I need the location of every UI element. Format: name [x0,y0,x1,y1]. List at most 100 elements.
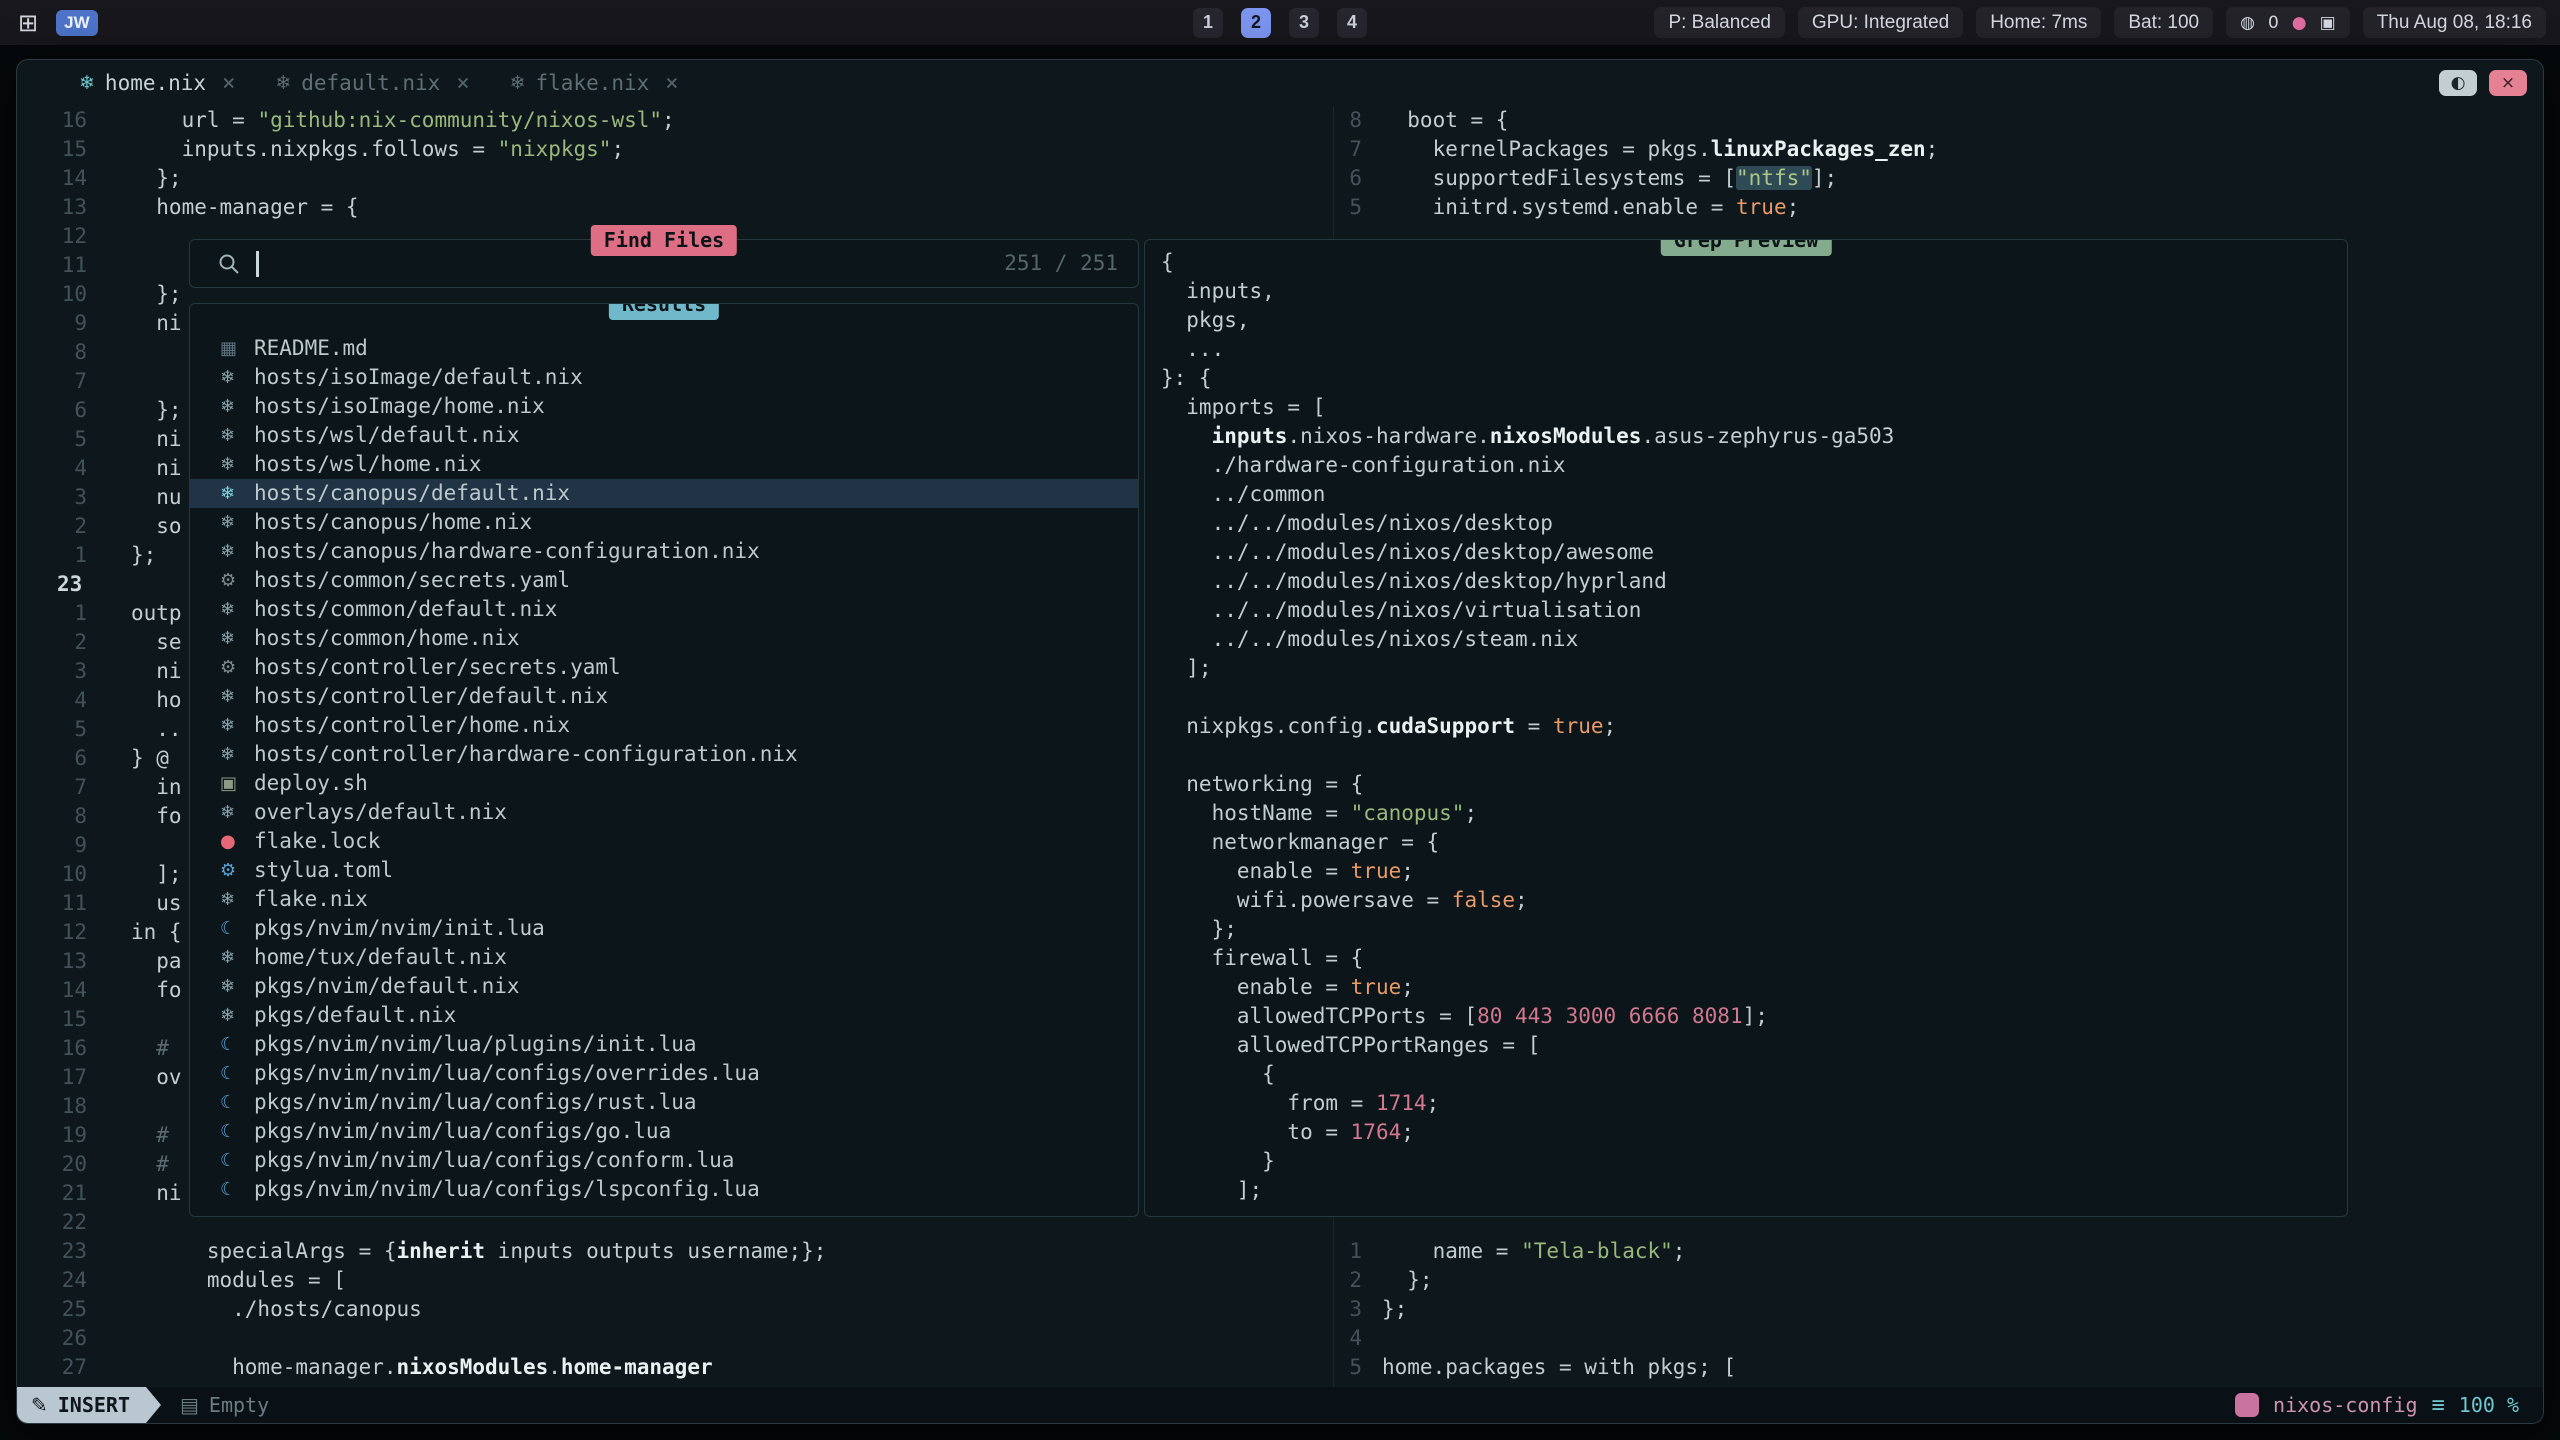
tab-label: default.nix [301,71,440,95]
nix-icon: ❄ [220,943,246,972]
nix-icon: ❄ [220,537,246,566]
tabline: ❄home.nix×❄default.nix×❄flake.nix× ◐ × [17,60,2543,106]
tab-close-icon[interactable]: × [665,71,678,96]
result-counter: 251 / 251 [1004,249,1118,278]
tab-close-icon[interactable]: × [222,71,235,96]
tab-flake.nix[interactable]: ❄flake.nix× [510,71,679,96]
result-item[interactable]: ❄ pkgs/nvim/default.nix [190,972,1138,1001]
mode-indicator: ✎ INSERT [17,1387,146,1423]
code-line: 5home.packages = with pkgs; [ [1334,1353,2543,1382]
statusline: ✎ INSERT ▤ Empty nixos-config ≡ 100 % [17,1387,2543,1423]
nix-icon: ❄ [220,508,246,537]
code-line: 6 supportedFilesystems = ["ntfs"]; [1334,164,2543,193]
line-number: 4 [17,454,87,483]
nix-icon: ❄ [220,392,246,421]
result-item[interactable]: ❄hosts/isoImage/default.nix [190,363,1138,392]
find-files-prompt[interactable]: Find Files 251 / 251 [189,239,1139,288]
result-item[interactable]: ❄hosts/isoImage/home.nix [190,392,1138,421]
nix-icon: ❄ [220,885,246,914]
result-item[interactable]: ☾pkgs/nvim/nvim/lua/configs/lspconfig.lu… [190,1175,1138,1204]
theme-toggle-button[interactable]: ◐ [2439,70,2477,96]
line-number: 4 [17,686,87,715]
line-number: 14 [17,164,87,193]
result-item[interactable]: ☾pkgs/nvim/nvim/lua/configs/go.lua [190,1117,1138,1146]
result-item[interactable]: ❄hosts/wsl/home.nix [190,450,1138,479]
result-item[interactable]: ☾pkgs/nvim/nvim/lua/configs/rust.lua [190,1088,1138,1117]
preview-line: ../../modules/nixos/desktop/awesome [1161,538,2347,567]
result-filename: README.md [254,334,368,363]
network-icon: ◍ [2240,13,2255,33]
preview-line: ]; [1161,1176,2347,1205]
result-item[interactable]: ☾pkgs/nvim/nvim/lua/configs/conform.lua [190,1146,1138,1175]
result-item[interactable]: ❄hosts/controller/home.nix [190,711,1138,740]
result-item[interactable]: ❄pkgs/default.nix [190,1001,1138,1030]
scroll-percent: 100 % [2459,1393,2519,1417]
line-number: 15 [17,1005,87,1034]
nix-icon: ❄ [220,972,246,1001]
close-window-button[interactable]: × [2489,70,2527,96]
preview-line: } [1161,1147,2347,1176]
tab-home.nix[interactable]: ❄home.nix× [79,71,235,96]
tab-default.nix[interactable]: ❄ default.nix × [275,71,469,96]
result-item[interactable]: ☾pkgs/nvim/nvim/lua/plugins/init.lua [190,1030,1138,1059]
preview-line [1161,683,2347,712]
logo-badge[interactable]: JW [56,10,98,36]
result-item[interactable]: ❄hosts/controller/hardware-configuration… [190,740,1138,769]
result-item[interactable]: ❄overlays/default.nix [190,798,1138,827]
result-item[interactable]: ▦README.md [190,334,1138,363]
line-number: 8 [17,802,87,831]
code-line: 1 name = "Tela-black"; [1334,1237,2543,1266]
result-item[interactable]: ⚙stylua.toml [190,856,1138,885]
mode-label: INSERT [58,1393,130,1417]
line-number: 27 [17,1353,87,1382]
grep-preview-title: Grep Preview [1661,239,1832,256]
result-item[interactable]: ❄hosts/common/home.nix [190,624,1138,653]
result-item[interactable]: ❄hosts/canopus/default.nix [190,479,1138,508]
result-item[interactable]: ☾pkgs/nvim/nvim/lua/configs/overrides.lu… [190,1059,1138,1088]
status-module: Home: 7ms [1976,7,2101,38]
result-item[interactable]: ❄ hosts/canopus/hardware-configuration.ni… [190,537,1138,566]
line-number: 6 [17,744,87,773]
buffer-icon: ▤ [180,1393,199,1417]
nix-icon: ❄ [220,798,246,827]
nix-icon: ❄ [275,72,291,94]
apps-menu-icon[interactable]: ⊞ [18,9,38,37]
line-number: 22 [17,1208,87,1237]
line-number: 24 [17,1266,87,1295]
preview-line: to = 1764; [1161,1118,2347,1147]
result-filename: hosts/canopus/hardware-configuration.nix [254,537,760,566]
lua-icon: ☾ [220,1146,246,1175]
result-item[interactable]: ❄hosts/wsl/default.nix [190,421,1138,450]
result-item[interactable]: ⚙hosts/common/secrets.yaml [190,566,1138,595]
line-number: 23 [17,570,87,599]
result-item[interactable]: ☾pkgs/nvim/nvim/init.lua [190,914,1138,943]
result-filename: pkgs/nvim/nvim/lua/configs/rust.lua [254,1088,697,1117]
result-item[interactable]: ●flake.lock [190,827,1138,856]
line-number: 5 [17,715,87,744]
result-item[interactable]: ❄ home/tux/default.nix [190,943,1138,972]
line-number: 10 [17,280,87,309]
result-item[interactable]: ⚙hosts/controller/secrets.yaml [190,653,1138,682]
line-number: 16 [17,106,87,135]
workspace-button[interactable]: 1 [1193,8,1223,38]
workspace-button[interactable]: 2 [1241,8,1271,38]
result-item[interactable]: ❄flake.nix [190,885,1138,914]
result-filename: home/tux/default.nix [254,943,507,972]
tab-close-icon[interactable]: × [456,71,469,96]
result-filename: flake.lock [254,827,380,856]
code-line: 16 url = "github:nix-community/nixos-wsl… [17,106,1333,135]
result-item[interactable]: ▣deploy.sh [190,769,1138,798]
line-number: 9 [17,309,87,338]
code-line: 24 modules = [ [17,1266,1333,1295]
workspace-button[interactable]: 4 [1337,8,1367,38]
result-item[interactable]: ❄hosts/common/default.nix [190,595,1138,624]
result-filename: pkgs/nvim/default.nix [254,972,520,1001]
result-item[interactable]: ❄hosts/canopus/home.nix [190,508,1138,537]
line-number: 25 [17,1295,87,1324]
result-item[interactable]: ❄hosts/controller/default.nix [190,682,1138,711]
line-number: 14 [17,976,87,1005]
nix-icon: ❄ [220,595,246,624]
workspace-button[interactable]: 3 [1289,8,1319,38]
preview-line: ../common [1161,480,2347,509]
result-filename: hosts/common/home.nix [254,624,520,653]
